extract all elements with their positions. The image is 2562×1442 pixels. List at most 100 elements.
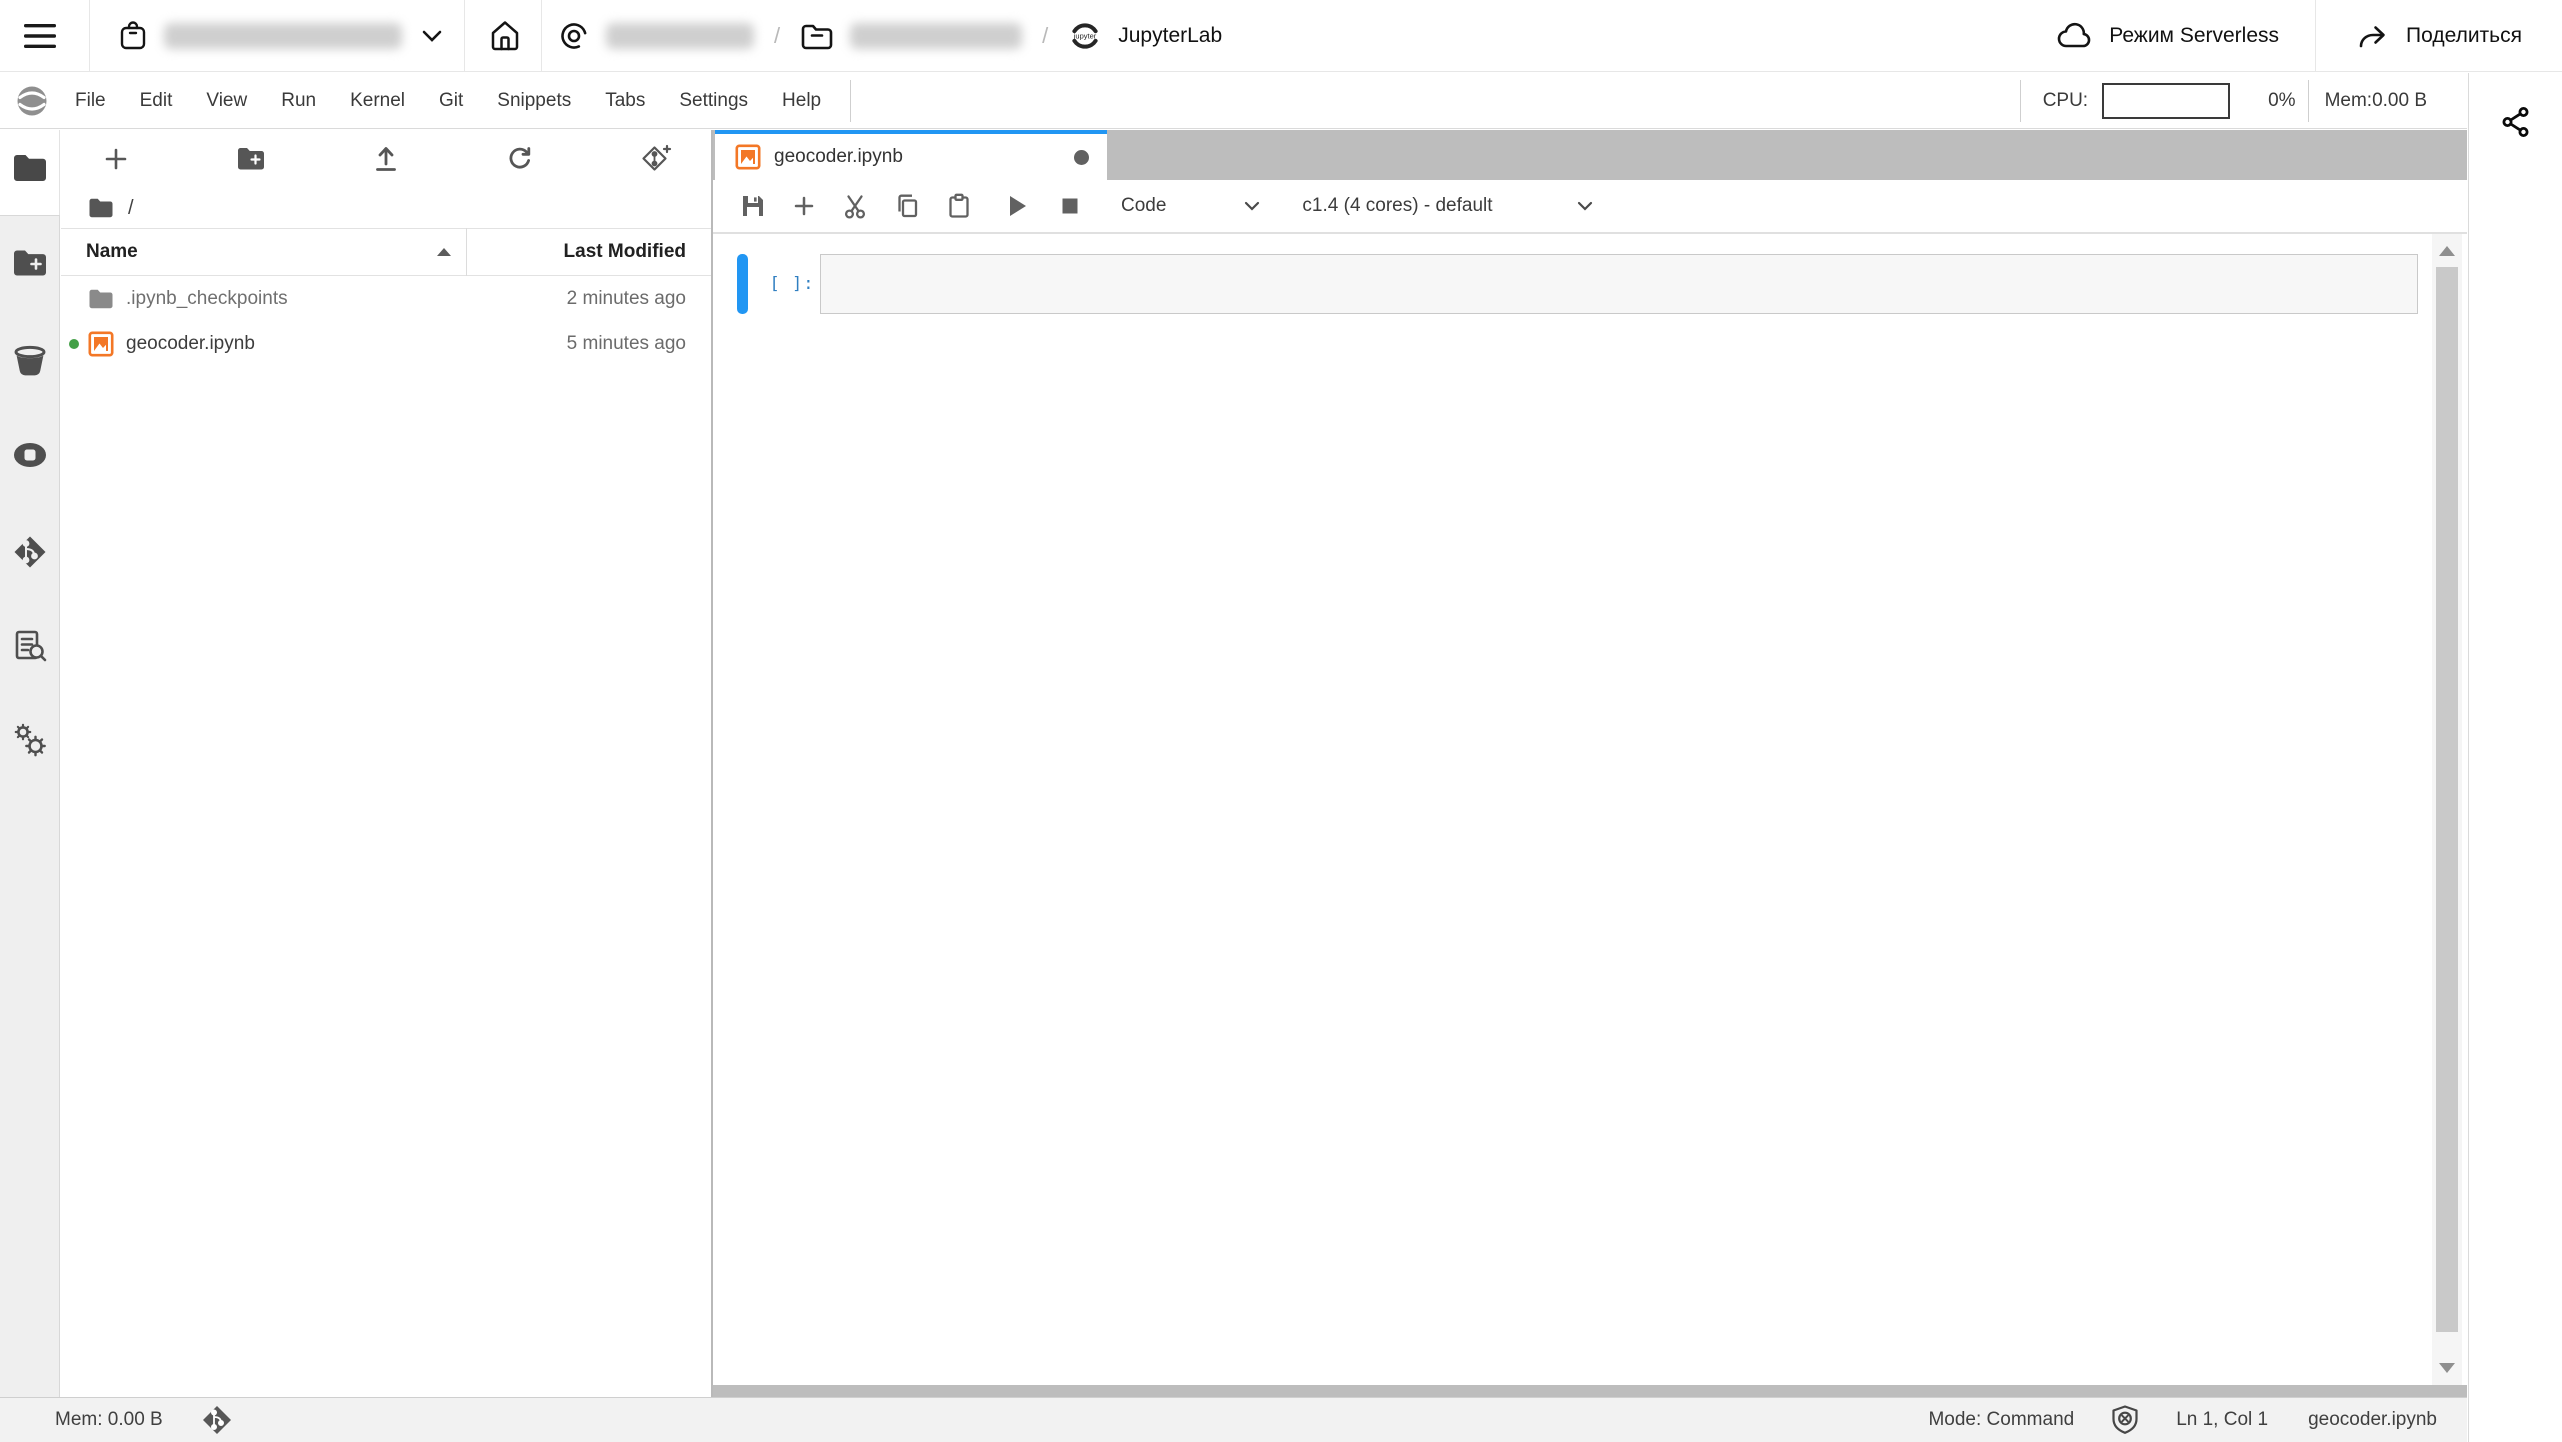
git-clone-button[interactable] [640,143,672,175]
folder-icon [88,288,114,310]
sort-ascending-icon [436,247,452,257]
git-icon [201,1404,233,1436]
memory-status: Mem: 0.00 B [55,1409,163,1431]
menu-snippets[interactable]: Snippets [480,73,588,129]
copy-icon [893,192,921,220]
breadcrumb-slash: / [1042,23,1048,49]
sidebar-item-storage[interactable] [0,344,60,378]
community-name-redacted [606,23,754,49]
menu-tabs[interactable]: Tabs [588,73,662,129]
serverless-mode-button[interactable]: Режим Serverless [2057,21,2279,51]
breadcrumb-community[interactable] [558,20,754,52]
new-folder-button[interactable] [236,146,266,172]
scroll-up-arrow-icon[interactable] [2432,236,2462,266]
notebook-toolbar: Code c1.4 (4 cores) - default [713,180,2467,234]
share-button[interactable]: Поделиться [2356,20,2522,52]
cell-editor[interactable] [820,254,2418,314]
menu-git[interactable]: Git [422,73,480,129]
column-header-modified[interactable]: Last Modified [467,241,712,263]
save-button[interactable] [739,192,767,220]
menu-run[interactable]: Run [264,73,333,129]
activity-bar [0,130,60,1397]
breadcrumb-project[interactable] [800,21,1022,51]
column-header-name[interactable]: Name [61,241,466,263]
upload-icon [371,144,401,174]
stop-icon [1059,195,1081,217]
menu-settings[interactable]: Settings [662,73,765,129]
sessions-icon [11,440,49,470]
mem-indicator: Mem:0.00 B [2325,90,2427,112]
file-row-checkpoints[interactable]: .ipynb_checkpoints 2 minutes ago [61,276,712,321]
right-margin-panel [2468,73,2562,1442]
notebook-scrollbar[interactable] [2432,234,2462,1385]
topbar-separator [464,0,465,72]
top-bar: / / jupyter JupyterLab Режим Serverless [0,0,2562,72]
cell-type-select[interactable]: Code [1121,195,1260,217]
git-icon [12,534,48,570]
scrollbar-thumb[interactable] [2436,267,2458,1332]
file-browser-breadcrumb[interactable]: / [61,188,712,228]
share-graph-button[interactable] [2469,105,2562,139]
run-cell-button[interactable] [1005,193,1029,219]
sidebar-item-files[interactable] [0,152,60,184]
insert-cell-button[interactable] [791,193,817,219]
paste-cells-button[interactable] [945,192,973,220]
copy-cells-button[interactable] [893,192,921,220]
breadcrumb-jupyterlab[interactable]: jupyter JupyterLab [1068,19,1222,53]
home-button[interactable] [487,18,523,54]
menu-file[interactable]: File [58,73,123,129]
save-icon [739,192,767,220]
interrupt-kernel-button[interactable] [1059,195,1081,217]
cloud-icon [2057,21,2093,51]
cell-prompt: [ ]: [764,274,820,294]
menu-edit[interactable]: Edit [123,73,190,129]
upload-button[interactable] [371,144,401,174]
share-arrow-icon [2356,20,2390,52]
scroll-down-arrow-icon[interactable] [2432,1353,2462,1383]
hamburger-button[interactable] [24,23,56,49]
cut-cells-button[interactable] [841,192,869,220]
sidebar-item-extensions[interactable] [0,722,60,758]
cursor-position[interactable]: Ln 1, Col 1 [2176,1409,2268,1431]
folder-outline-icon [800,21,834,51]
jupyter-gray-logo-icon [16,85,48,117]
bucket-icon [12,344,48,378]
topbar-separator [2315,0,2316,72]
chevron-down-icon [1244,201,1260,211]
menu-help[interactable]: Help [765,73,838,129]
briefcase-icon [118,20,148,52]
folder-icon [88,197,114,219]
workspace-switcher[interactable] [118,20,442,52]
jupyter-menu-bar: File Edit View Run Kernel Git Snippets T… [0,73,2467,129]
folder-plus-icon [12,248,48,278]
cell-collapser[interactable] [737,254,748,314]
new-launcher-button[interactable] [101,144,131,174]
mode-indicator[interactable]: Mode: Command [1928,1409,2074,1431]
sidebar-item-git[interactable] [0,534,60,570]
menu-view[interactable]: View [189,73,264,129]
file-row-geocoder[interactable]: geocoder.ipynb 5 minutes ago [61,321,712,366]
svg-text:jupyter: jupyter [1073,31,1097,40]
sidebar-item-running-sessions[interactable] [0,440,60,470]
tab-label: geocoder.ipynb [774,146,903,168]
folder-plus-icon [236,146,266,172]
share-graph-icon [2499,105,2533,139]
breadcrumb-slash: / [774,23,780,49]
project-name-redacted [850,23,1022,49]
cpu-usage-bar [2102,83,2230,119]
menu-kernel[interactable]: Kernel [333,73,422,129]
menubar-separator [2308,80,2309,122]
run-icon [1005,193,1029,219]
kernel-select[interactable]: c1.4 (4 cores) - default [1302,195,1592,217]
refresh-icon [505,144,535,174]
sidebar-item-new-folder[interactable] [0,248,60,278]
git-clone-icon [640,143,672,175]
cut-icon [841,192,869,220]
tab-geocoder-ipynb[interactable]: geocoder.ipynb [715,130,1107,180]
git-status-button[interactable] [201,1404,233,1436]
refresh-button[interactable] [505,144,535,174]
notifications-button[interactable] [2110,1404,2140,1436]
unsaved-changes-indicator[interactable] [1074,150,1089,165]
sidebar-item-inspector[interactable] [0,628,60,664]
code-cell: [ ]: [737,254,2418,314]
